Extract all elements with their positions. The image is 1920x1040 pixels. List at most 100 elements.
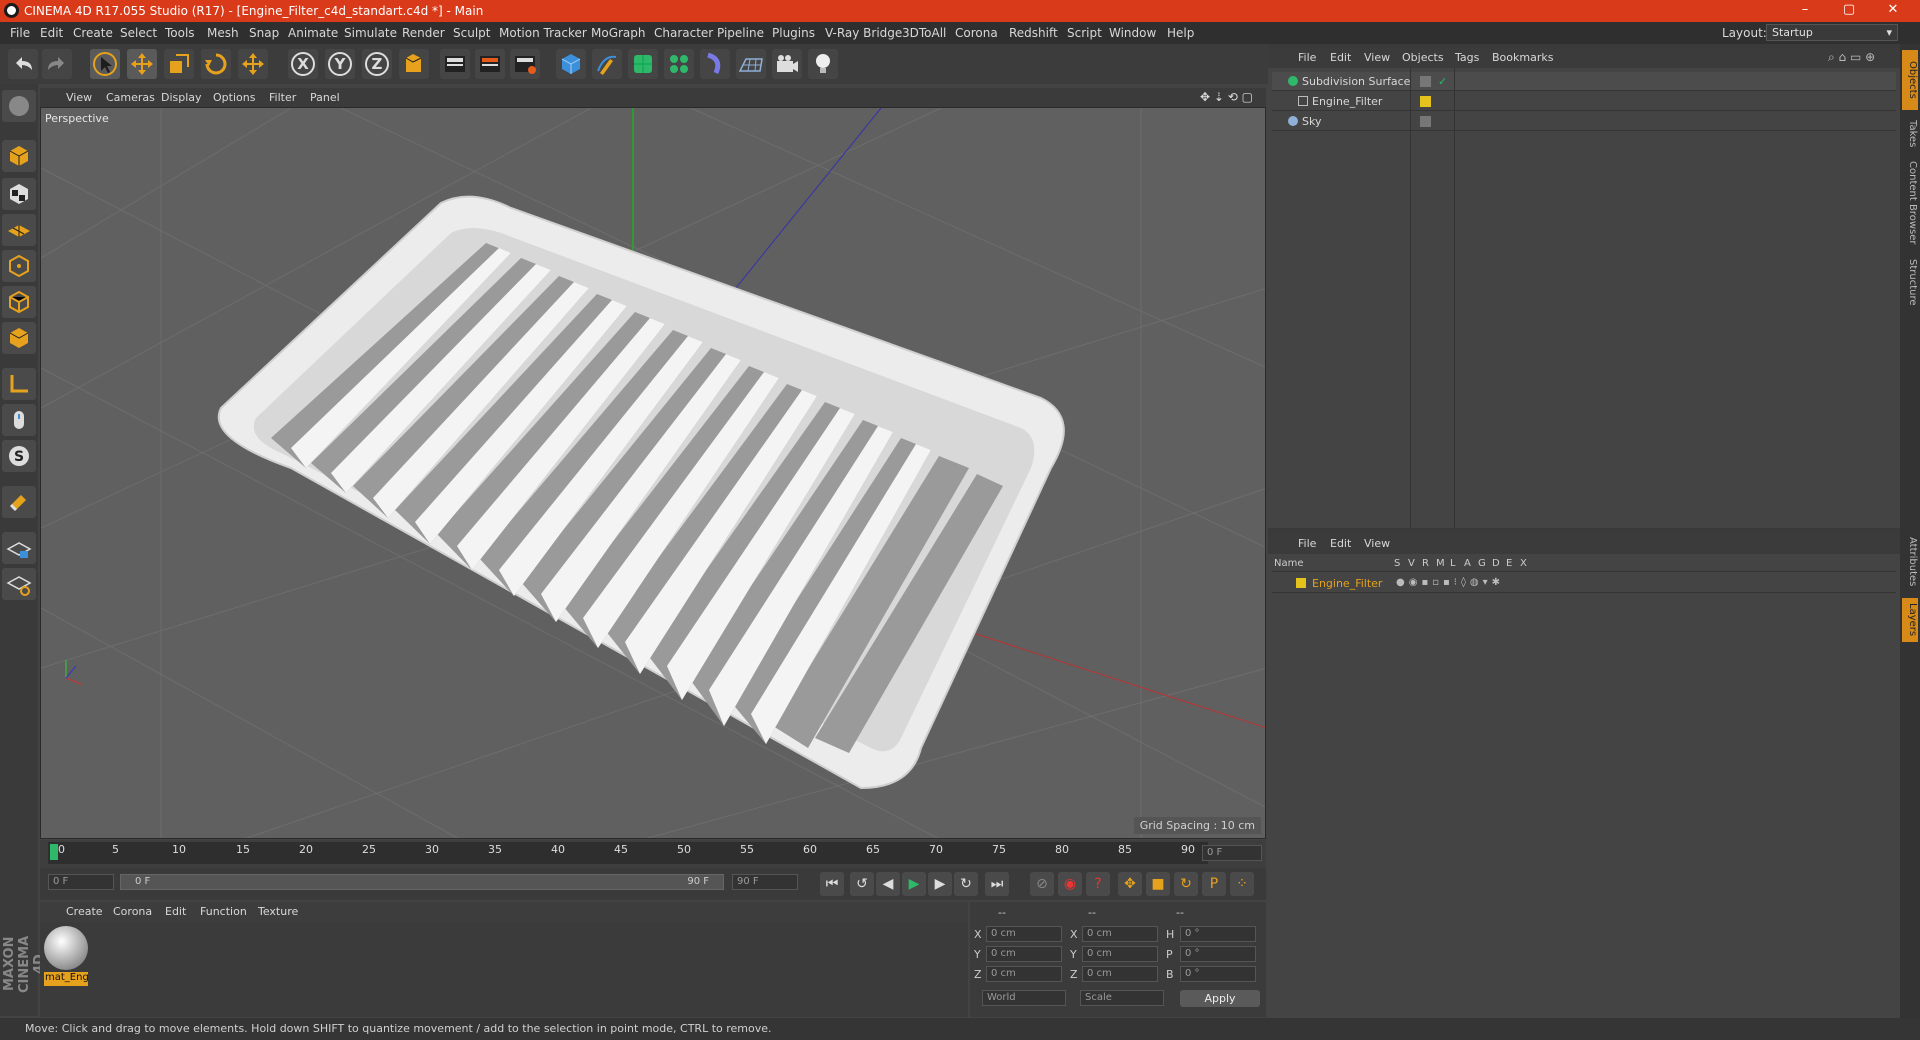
close-button[interactable]: ✕ — [1878, 2, 1908, 17]
layer-column[interactable]: E — [1506, 558, 1512, 569]
om-menu-objects[interactable]: Objects — [1402, 51, 1444, 64]
render-picture-viewer-icon[interactable] — [475, 49, 505, 79]
snap-icon[interactable]: S — [2, 440, 36, 472]
layer-tag-icon[interactable] — [1420, 116, 1431, 127]
frame-range-slider[interactable]: 0 F 90 F — [120, 874, 724, 890]
keyframe-selection-icon[interactable]: ? — [1086, 872, 1110, 896]
x-axis-icon[interactable]: X — [288, 49, 318, 79]
axis-mode-icon[interactable] — [2, 368, 36, 400]
y-axis-icon[interactable]: Y — [325, 49, 355, 79]
menu-help[interactable]: Help — [1167, 26, 1194, 40]
pen-icon[interactable] — [592, 49, 622, 79]
layer-flag-icons[interactable]: ●◉▪▫▪⁝◊◍▾✱ — [1396, 577, 1504, 588]
scale-icon[interactable] — [164, 49, 194, 79]
cloner-icon[interactable] — [664, 49, 694, 79]
tab-attributes[interactable]: Attributes — [1902, 532, 1918, 592]
layer-column[interactable]: V — [1408, 558, 1415, 569]
layer-tag-icon[interactable] — [1420, 76, 1431, 87]
menu-edit[interactable]: Edit — [40, 26, 63, 40]
position-x-field[interactable]: 0 cm — [986, 926, 1062, 942]
perspective-viewport[interactable]: Perspective Grid Spacing : 10 cm — [40, 107, 1266, 839]
previous-frame-icon[interactable]: ◀ — [876, 872, 900, 896]
tweak-mode-icon[interactable] — [2, 404, 36, 436]
menu-script[interactable]: Script — [1067, 26, 1102, 40]
size-y-field[interactable]: 0 cm — [1082, 946, 1158, 962]
rotation-key-icon[interactable]: ↻ — [1174, 872, 1198, 896]
layer-column[interactable]: M — [1436, 558, 1445, 569]
layer-row[interactable]: Engine_Filter ●◉▪▫▪⁝◊◍▾✱ — [1272, 574, 1896, 593]
menu-3dtoall[interactable]: 3DToAll — [902, 26, 946, 40]
size-z-field[interactable]: 0 cm — [1082, 966, 1158, 982]
position-y-field[interactable]: 0 cm — [986, 946, 1062, 962]
rotate-icon[interactable] — [201, 49, 231, 79]
layer-column-name[interactable]: Name — [1274, 558, 1304, 569]
model-mode-icon[interactable] — [2, 140, 36, 172]
layer-color-icon[interactable] — [1420, 96, 1431, 107]
undo-icon[interactable] — [8, 49, 38, 79]
om-menu-tags[interactable]: Tags — [1455, 51, 1479, 64]
layer-color-icon[interactable] — [1296, 578, 1306, 588]
om-menu-edit[interactable]: Edit — [1330, 51, 1351, 64]
material-menu-edit[interactable]: Edit — [165, 905, 186, 918]
subdivision-icon[interactable] — [628, 49, 658, 79]
tab-structure[interactable]: Structure — [1902, 254, 1918, 310]
floor-icon[interactable] — [736, 49, 766, 79]
point-level-key-icon[interactable]: ⁘ — [1230, 872, 1254, 896]
deformer-icon[interactable] — [700, 49, 730, 79]
record-keys-icon[interactable]: ⊘ — [1030, 872, 1054, 896]
layer-column[interactable]: X — [1520, 558, 1527, 569]
layer-column[interactable]: L — [1450, 558, 1456, 569]
z-axis-icon[interactable]: Z — [362, 49, 392, 79]
points-mode-icon[interactable] — [2, 250, 36, 282]
object-row[interactable]: Subdivision Surface ✓ — [1272, 72, 1896, 91]
go-to-start-icon[interactable]: ⏮ — [820, 872, 844, 896]
rotation-p-field[interactable]: 0 ° — [1180, 946, 1256, 962]
om-menu-view[interactable]: View — [1364, 51, 1390, 64]
position-key-icon[interactable]: ✥ — [1118, 872, 1142, 896]
lm-menu-view[interactable]: View — [1364, 537, 1390, 550]
tab-objects[interactable]: Objects — [1902, 50, 1918, 110]
viewport-menu-options[interactable]: Options — [213, 91, 255, 104]
om-menu-bookmarks[interactable]: Bookmarks — [1492, 51, 1553, 64]
menu-file[interactable]: File — [10, 26, 30, 40]
play-icon[interactable]: ▶ — [902, 872, 926, 896]
tab-layers[interactable]: Layers — [1902, 598, 1918, 642]
lm-menu-edit[interactable]: Edit — [1330, 537, 1351, 550]
polygons-mode-icon[interactable] — [2, 322, 36, 354]
viewport-nav-icons[interactable]: ✥ ⇣ ⟲ ▢ — [1200, 90, 1253, 104]
select-arrow-icon[interactable] — [90, 49, 120, 79]
menu-create[interactable]: Create — [73, 26, 113, 40]
menu-vray-bridge[interactable]: V-Ray Bridge — [825, 26, 902, 40]
workplane-icon[interactable] — [2, 214, 36, 246]
menu-simulate[interactable]: Simulate — [344, 26, 397, 40]
object-row[interactable]: Engine_Filter — [1272, 92, 1896, 111]
layer-column[interactable]: G — [1478, 558, 1486, 569]
om-menu-file[interactable]: File — [1298, 51, 1316, 64]
coordinate-space-dropdown[interactable]: World — [982, 990, 1066, 1006]
minimize-button[interactable]: – — [1790, 2, 1820, 17]
material-menu-function[interactable]: Function — [200, 905, 247, 918]
menu-snap[interactable]: Snap — [249, 26, 279, 40]
menu-redshift[interactable]: Redshift — [1009, 26, 1058, 40]
object-name[interactable]: Engine_Filter — [1312, 95, 1382, 108]
material-menu-corona[interactable]: Corona — [113, 905, 152, 918]
layout-dropdown[interactable]: Startup ▾ — [1766, 24, 1898, 41]
viewport-menu-cameras[interactable]: Cameras — [106, 91, 155, 104]
timeline-playhead[interactable] — [50, 844, 58, 860]
edit-render-settings-icon[interactable] — [510, 49, 540, 79]
camera-icon[interactable] — [772, 49, 802, 79]
viewport-menu-panel[interactable]: Panel — [310, 91, 340, 104]
layer-column[interactable]: R — [1422, 558, 1429, 569]
parameter-key-icon[interactable]: P — [1202, 872, 1226, 896]
viewport-menu-filter[interactable]: Filter — [269, 91, 296, 104]
menu-plugins[interactable]: Plugins — [772, 26, 815, 40]
viewport-menu-display[interactable]: Display — [161, 91, 202, 104]
timeline-ruler[interactable]: 0 5 10 15 20 25 30 35 40 45 50 55 60 65 … — [40, 840, 1266, 868]
menu-sculpt[interactable]: Sculpt — [453, 26, 490, 40]
menu-animate[interactable]: Animate — [288, 26, 338, 40]
material-menu-texture[interactable]: Texture — [258, 905, 298, 918]
om-search-icon[interactable]: ⌕ ⌂ ▭ ⊕ — [1828, 50, 1875, 65]
checkmark-icon[interactable]: ✓ — [1438, 75, 1447, 88]
menu-mograph[interactable]: MoGraph — [591, 26, 646, 40]
layer-column[interactable]: A — [1464, 558, 1471, 569]
